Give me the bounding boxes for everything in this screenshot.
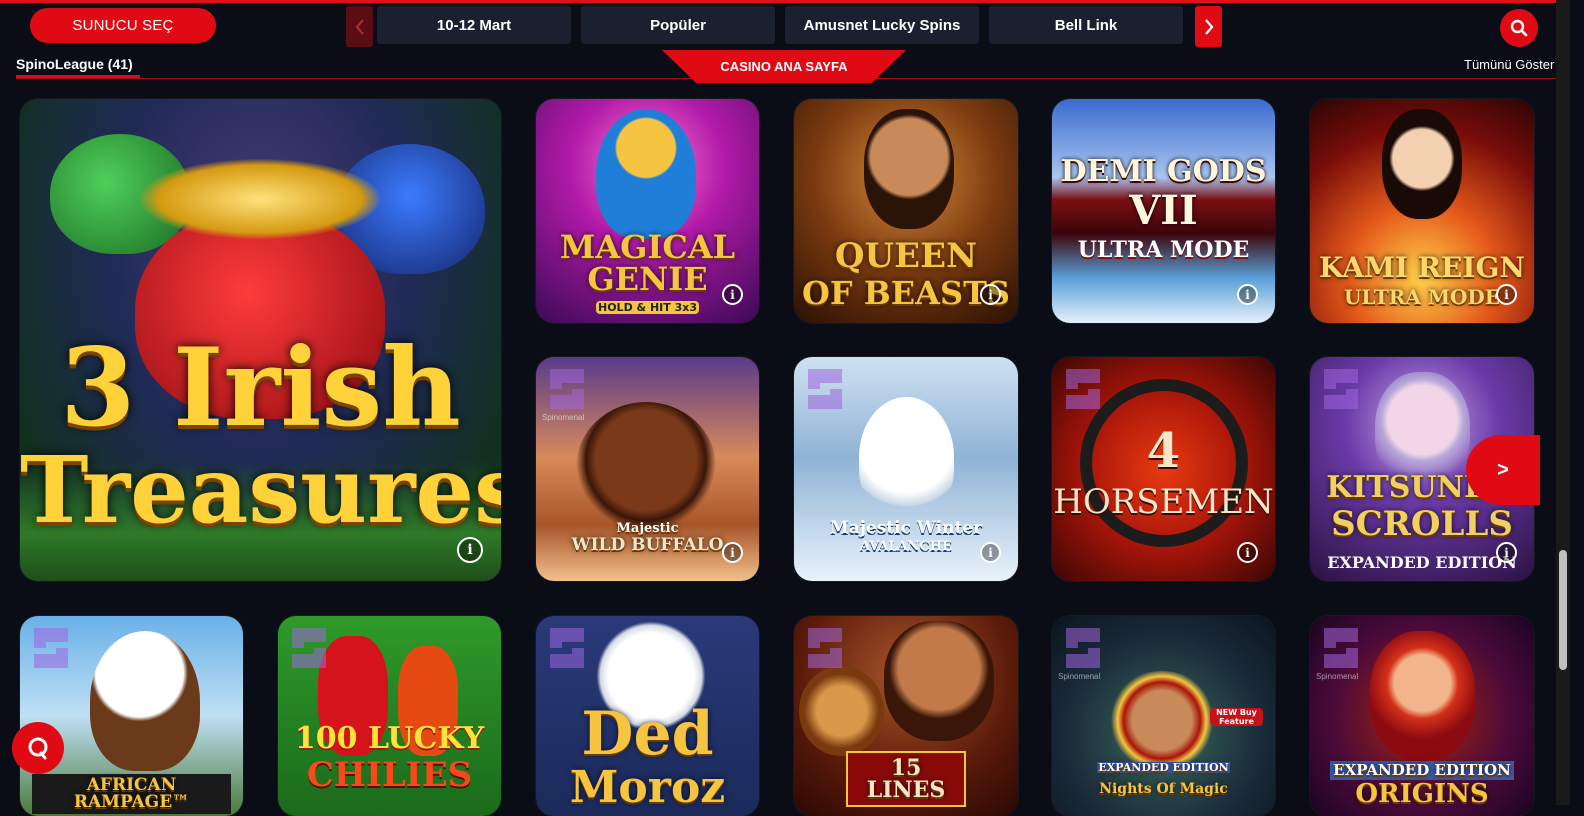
category-tabs: 10-12 Mart Popüler Amusnet Lucky Spins B…	[377, 6, 1183, 44]
tabs-prev-button[interactable]	[346, 6, 373, 47]
game-tile-african-rampage[interactable]: AFRICAN RAMPAGE™	[20, 616, 243, 816]
genie-figure	[596, 109, 696, 239]
scrollbar-thumb[interactable]	[1559, 550, 1567, 670]
spinomenal-logo	[28, 624, 74, 672]
lion-figure	[799, 666, 884, 756]
info-icon[interactable]: i	[1496, 542, 1517, 563]
casino-home-button[interactable]: CASINO ANA SAYFA	[662, 50, 906, 83]
info-icon[interactable]: i	[722, 284, 743, 305]
game-title: QUEEN	[834, 236, 978, 276]
show-all-link[interactable]: Tümünü Göster	[1464, 57, 1554, 72]
tab-amusnet-lucky-spins[interactable]: Amusnet Lucky Spins	[785, 6, 979, 44]
info-icon[interactable]: i	[980, 284, 1001, 305]
provider-name: Spinomenal	[1316, 672, 1359, 681]
game-tile-15-lines[interactable]: 15 LINES	[794, 616, 1018, 816]
game-tile-demi-gods-vii[interactable]: DEMI GODS VII ULTRA MODE i	[1052, 99, 1275, 323]
spinomenal-logo	[1318, 624, 1364, 672]
game-title: 3 Irish	[60, 325, 461, 451]
tab-populer[interactable]: Popüler	[581, 6, 775, 44]
game-title: KAMI REIGN	[1319, 251, 1525, 284]
page-right-gutter	[1570, 0, 1584, 805]
game-tile-kami-reign[interactable]: KAMI REIGN ULTRA MODE i	[1310, 99, 1534, 323]
game-subtitle: Treasures	[20, 436, 501, 544]
section-title: SpinoLeague (41)	[16, 56, 133, 72]
chat-icon	[28, 737, 48, 760]
game-title-2: SCROLLS	[1331, 504, 1513, 544]
game-tile-ded-moroz[interactable]: Ded Moroz	[536, 616, 759, 816]
game-title: AFRICAN RAMPAGE™	[32, 774, 231, 814]
game-title: Majestic Winter	[829, 518, 983, 538]
info-icon[interactable]: i	[1496, 284, 1517, 305]
kami-face	[1382, 109, 1462, 219]
info-icon[interactable]: i	[722, 542, 743, 563]
game-tile-3-irish-treasures[interactable]: 3 Irish Treasures i	[20, 99, 501, 581]
eagle-figure	[90, 631, 200, 771]
spinomenal-logo	[802, 365, 848, 413]
carousel-next-button[interactable]: >	[1466, 435, 1540, 505]
gold-coins	[140, 159, 380, 239]
info-icon[interactable]: i	[1237, 542, 1258, 563]
tabs-next-button[interactable]	[1195, 6, 1222, 47]
game-title: 4	[1146, 423, 1181, 479]
game-title: 100 LUCKY	[294, 721, 485, 756]
spinomenal-logo	[286, 624, 332, 672]
scrollbar-track[interactable]	[1556, 0, 1570, 805]
provider-name: Spinomenal	[1058, 672, 1101, 681]
game-tile-queen-of-beasts[interactable]: QUEEN OF BEASTS i	[794, 99, 1018, 323]
info-icon[interactable]: i	[457, 537, 483, 563]
spinomenal-logo	[544, 624, 590, 672]
game-title: Ded	[581, 699, 714, 769]
provider-name: Spinomenal	[542, 413, 585, 422]
game-tile-nights-of-magic[interactable]: Spinomenal NEW Buy Feature EXPANDED EDIT…	[1052, 616, 1275, 816]
game-subtitle: HOLD & HIT 3x3	[596, 301, 699, 314]
game-tile-origins[interactable]: Spinomenal EXPANDED EDITION ORIGINS	[1310, 616, 1534, 816]
game-title: DEMI GODS	[1060, 154, 1267, 189]
top-bar: SUNUCU SEÇ 10-12 Mart Popüler Amusnet Lu…	[0, 3, 1584, 48]
game-tile-100-lucky-chilies[interactable]: 100 LUCKY CHILIES	[278, 616, 501, 816]
spinomenal-logo	[1060, 624, 1106, 672]
game-subtitle: EXPANDED EDITION	[1330, 761, 1514, 780]
game-subtitle: EXPANDED EDITION	[1097, 761, 1230, 774]
game-tile-majestic-wild-buffalo[interactable]: Spinomenal Majestic WILD BUFFALO i	[536, 357, 759, 581]
origins-face	[1370, 631, 1475, 761]
game-title-2: HORSEMEN	[1053, 482, 1274, 522]
game-title-2: VII	[1129, 187, 1198, 234]
spinomenal-logo	[544, 365, 590, 413]
warrior-figure	[884, 621, 994, 741]
polar-bear	[859, 397, 954, 517]
game-title: Majestic	[616, 521, 679, 536]
game-title-2: Moroz	[569, 762, 726, 813]
spinomenal-logo	[1318, 365, 1364, 413]
select-provider-button[interactable]: SUNUCU SEÇ	[30, 8, 216, 43]
game-tile-4-horsemen[interactable]: 4 HORSEMEN i	[1052, 357, 1275, 581]
buffalo-figure	[576, 402, 716, 532]
game-title: Nights Of Magic	[1099, 781, 1228, 797]
tab-bell-link[interactable]: Bell Link	[989, 6, 1183, 44]
game-tile-magical-genie[interactable]: MAGICAL GENIE HOLD & HIT 3x3 i	[536, 99, 759, 323]
game-title: ORIGINS	[1355, 779, 1489, 809]
game-title: MAGICAL	[559, 228, 736, 266]
search-button[interactable]	[1500, 9, 1538, 47]
game-tile-majestic-winter-avalanche[interactable]: Majestic Winter AVALANCHE i	[794, 357, 1018, 581]
search-icon	[1510, 19, 1528, 37]
spinomenal-logo	[1060, 365, 1106, 413]
info-icon[interactable]: i	[1237, 284, 1258, 305]
game-title: 15 LINES	[846, 751, 966, 807]
queen-face	[864, 109, 954, 229]
chevron-left-icon	[355, 18, 364, 35]
game-title-2: CHILIES	[306, 755, 473, 795]
spinomenal-logo	[802, 624, 848, 672]
live-chat-button[interactable]	[12, 722, 64, 774]
game-subtitle: ULTRA MODE	[1077, 237, 1250, 263]
new-badge: NEW Buy Feature	[1210, 708, 1263, 726]
chevron-right-icon	[1204, 18, 1213, 35]
info-icon[interactable]: i	[980, 542, 1001, 563]
tab-10-12-mart[interactable]: 10-12 Mart	[377, 6, 571, 44]
